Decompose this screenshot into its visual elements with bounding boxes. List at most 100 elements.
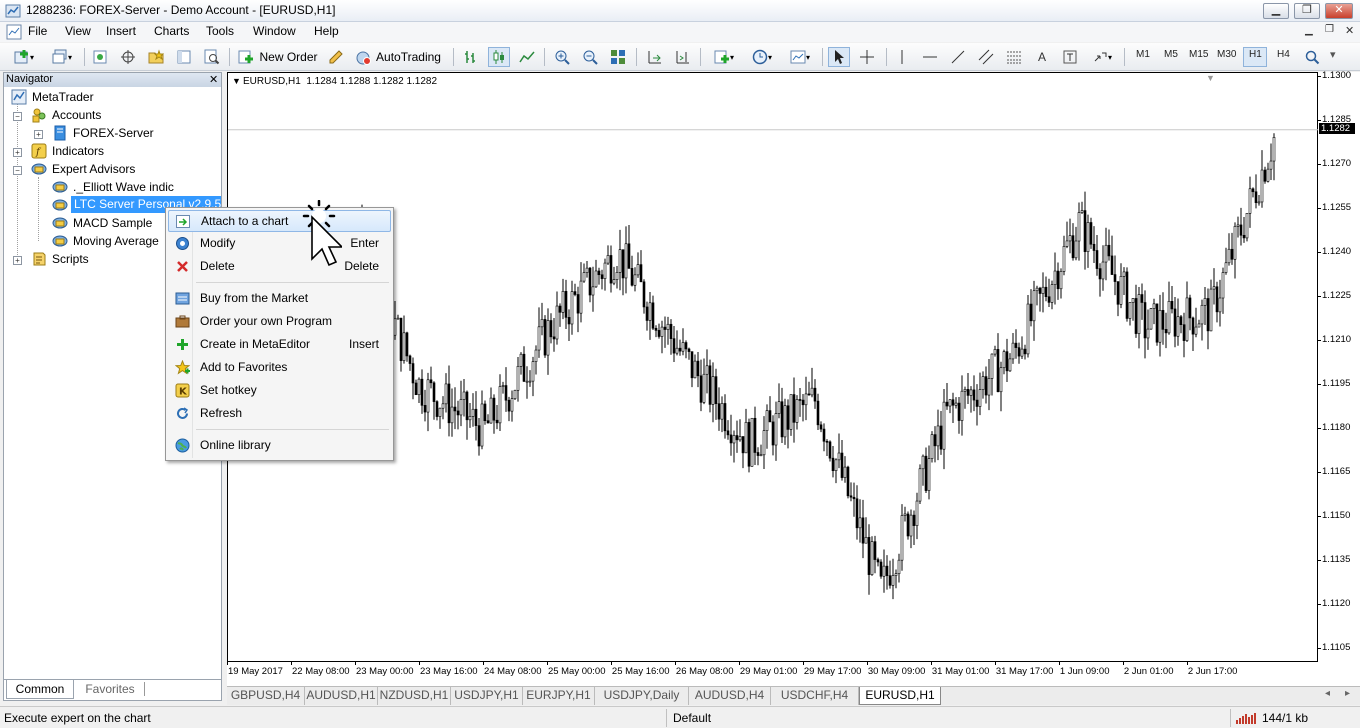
chart-tab[interactable]: AUDUSD,H1 [305,687,378,705]
child-restore-button[interactable]: ❐ [1325,24,1334,35]
periods-button[interactable]: ▾ [745,47,779,67]
menu-add-to-favorites[interactable]: Add to Favorites [168,357,391,379]
menu-set-hotkey[interactable]: K Set hotkey [168,380,391,402]
autotrading-button[interactable]: AutoTrading [352,47,444,67]
menu-attach-to-chart[interactable]: Attach to a chart [168,210,391,232]
menu-create-in-metaeditor[interactable]: Create in MetaEditor Insert [168,334,391,356]
menu-charts[interactable]: Charts [154,24,189,38]
vertical-line-button[interactable] [891,47,913,67]
chart-tab[interactable]: USDJPY,H1 [451,687,523,705]
tabs-scroll-right[interactable]: ▸ [1345,688,1350,699]
timeframe-m15[interactable]: M15 [1189,49,1208,60]
tree-expert-moving-average[interactable]: Moving Average [73,234,159,248]
fibonacci-button[interactable] [1003,47,1025,67]
tabs-scroll-left[interactable]: ◂ [1325,688,1330,699]
close-button[interactable]: ✕ [1325,3,1353,19]
timeframe-h4[interactable]: H4 [1277,49,1290,60]
tree-accounts[interactable]: Accounts [52,108,101,122]
chart-tab[interactable]: NZDUSD,H1 [378,687,451,705]
tree-indicators[interactable]: Indicators [52,144,104,158]
minimize-button[interactable]: ▁ [1263,3,1289,19]
equidistant-channel-button[interactable] [975,47,997,67]
expert-editor-button[interactable] [326,47,346,67]
menu-view[interactable]: View [65,24,91,38]
child-minimize-button[interactable]: ▁ [1305,25,1313,36]
menu-tools[interactable]: Tools [206,24,234,38]
maximize-button[interactable]: ❐ [1294,3,1320,19]
menu-delete[interactable]: Delete Delete [168,256,391,278]
expand-scripts-toggle[interactable]: + [13,256,22,265]
tree-metatrader[interactable]: MetaTrader [32,90,94,104]
chart-tab[interactable]: EURJPY,H1 [523,687,595,705]
expand-indicators-toggle[interactable]: + [13,148,22,157]
candle [1095,235,1099,276]
market-watch-button[interactable] [90,47,110,67]
terminal-button[interactable] [174,47,194,67]
timeframe-m5[interactable]: M5 [1164,49,1178,60]
menu-file[interactable]: File [28,24,47,38]
crosshair-tool-button[interactable] [856,47,878,67]
timeframe-h1[interactable]: H1 [1249,49,1262,60]
timeframe-m1[interactable]: M1 [1136,49,1150,60]
collapse-experts-toggle[interactable]: − [13,166,22,175]
price-axis-label: 1.1135 [1322,554,1351,565]
cursor-tool-button[interactable] [828,47,850,67]
horizontal-line-button[interactable] [919,47,941,67]
line-chart-button[interactable] [516,47,538,67]
status-profile[interactable]: Default [673,711,711,725]
new-order-button[interactable]: New Order [236,47,320,67]
menu-buy-from-market[interactable]: Buy from the Market [168,288,391,310]
tab-common[interactable]: Common [6,680,74,699]
menu-online-library[interactable]: Online library [168,435,391,457]
menu-refresh[interactable]: Refresh [168,403,391,425]
trendline-button[interactable] [947,47,969,67]
time-axis: 19 May 2017 22 May 08:00 23 May 00:00 23 Ma… [227,662,1360,686]
search-icon[interactable] [1305,50,1321,66]
text-tool-button[interactable]: A [1031,47,1053,67]
tree-expert-elliott[interactable]: ._Elliott Wave indic [73,180,174,194]
profiles-button[interactable]: ▾ [46,47,78,67]
auto-scroll-button[interactable] [643,47,665,67]
navigator-button[interactable] [146,47,166,67]
new-chart-button[interactable]: ▾ [8,47,40,67]
menu-window[interactable]: Window [253,24,296,38]
strategy-tester-button[interactable] [202,47,222,67]
menu-modify[interactable]: Modify Enter [168,233,391,255]
tab-favorites[interactable]: Favorites [76,680,144,699]
chart-tab[interactable]: EURUSD,H1 [859,687,941,705]
chart-shift-button[interactable] [671,47,693,67]
timeframe-m30[interactable]: M30 [1217,49,1236,60]
chart-tab[interactable]: AUDUSD,H4 [689,687,771,705]
tree-expert-macd[interactable]: MACD Sample [73,216,152,230]
zoom-in-button[interactable] [551,47,573,67]
text-label-button[interactable] [1059,47,1081,67]
templates-button[interactable]: ▾ [783,47,817,67]
menu-order-program[interactable]: Order your own Program [168,311,391,333]
price-axis-label: 1.1150 [1322,510,1351,521]
data-window-button[interactable] [118,47,138,67]
price-axis-label: 1.1105 [1322,642,1351,653]
tree-scripts[interactable]: Scripts [52,252,89,266]
arrows-button[interactable]: ▾ [1087,47,1117,67]
chart-shift-marker[interactable]: ▼ [1206,73,1215,83]
indicators-list-button[interactable]: ▾ [707,47,741,67]
bar-chart-button[interactable] [460,47,482,67]
chart-tab[interactable]: GBPUSD,H4 [227,687,305,705]
candlestick-button[interactable] [488,47,510,67]
scripts-icon [33,252,46,266]
menu-help[interactable]: Help [314,24,339,38]
navigator-close-icon[interactable]: ✕ [209,73,218,86]
zoom-out-button[interactable] [579,47,601,67]
tile-windows-button[interactable] [607,47,629,67]
chart-tab[interactable]: USDCHF,H4 [771,687,859,705]
chart-tab[interactable]: USDJPY,Daily [595,687,689,705]
child-close-button[interactable]: ✕ [1345,24,1354,37]
toolbar-more-icon[interactable]: ▾ [1330,48,1336,61]
tree-expert-advisors[interactable]: Expert Advisors [52,162,135,176]
candle [1035,285,1039,306]
collapse-accounts-toggle[interactable]: − [13,112,22,121]
expand-server-toggle[interactable]: + [34,130,43,139]
chart-doc-icon[interactable] [6,24,22,40]
menu-insert[interactable]: Insert [106,24,136,38]
tree-forex-server[interactable]: FOREX-Server [73,126,154,140]
